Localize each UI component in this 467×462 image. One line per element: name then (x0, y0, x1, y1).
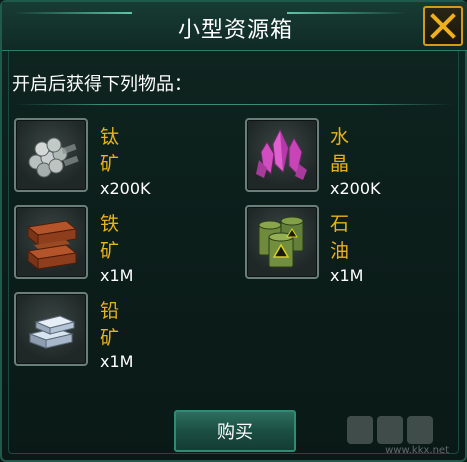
dialog-subtitle: 开启后获得下列物品： (12, 74, 192, 95)
titanium-bars-icon (28, 137, 79, 178)
item-qty: x1M (100, 352, 134, 371)
item-name: 铁矿 (100, 213, 120, 262)
item-name: 钛矿 (100, 126, 120, 175)
lead-ingots-icon (28, 315, 76, 349)
close-button[interactable] (423, 6, 463, 46)
item-thumb (14, 205, 88, 279)
watermark-logo: www.kkx.net (339, 410, 459, 458)
item-name: 水晶 (330, 126, 350, 175)
close-x-icon (430, 13, 456, 39)
iron-block-icon (26, 220, 78, 271)
buy-button[interactable]: 购买 (174, 410, 296, 452)
item-qty: x200K (330, 179, 381, 198)
divider (14, 104, 453, 105)
item-qty: x1M (330, 266, 364, 285)
resource-box-dialog: 小型资源箱 开启后获得下列物品： 钛矿 x200K 水晶 x200K 铁矿 x1… (0, 0, 467, 462)
item-name: 铅矿 (100, 300, 120, 349)
dialog-header: 小型资源箱 (2, 2, 467, 51)
item-qty: x1M (100, 266, 134, 285)
oil-barrels-icon (258, 216, 304, 268)
item-name: 石油 (330, 213, 350, 262)
item-qty: x200K (100, 179, 151, 198)
watermark-text: www.kkx.net (385, 445, 449, 456)
dialog-title: 小型资源箱 (177, 18, 293, 43)
crystal-icon (256, 128, 307, 180)
item-thumb (245, 118, 319, 192)
item-thumb (245, 205, 319, 279)
item-thumb (14, 118, 88, 192)
item-thumb (14, 292, 88, 366)
